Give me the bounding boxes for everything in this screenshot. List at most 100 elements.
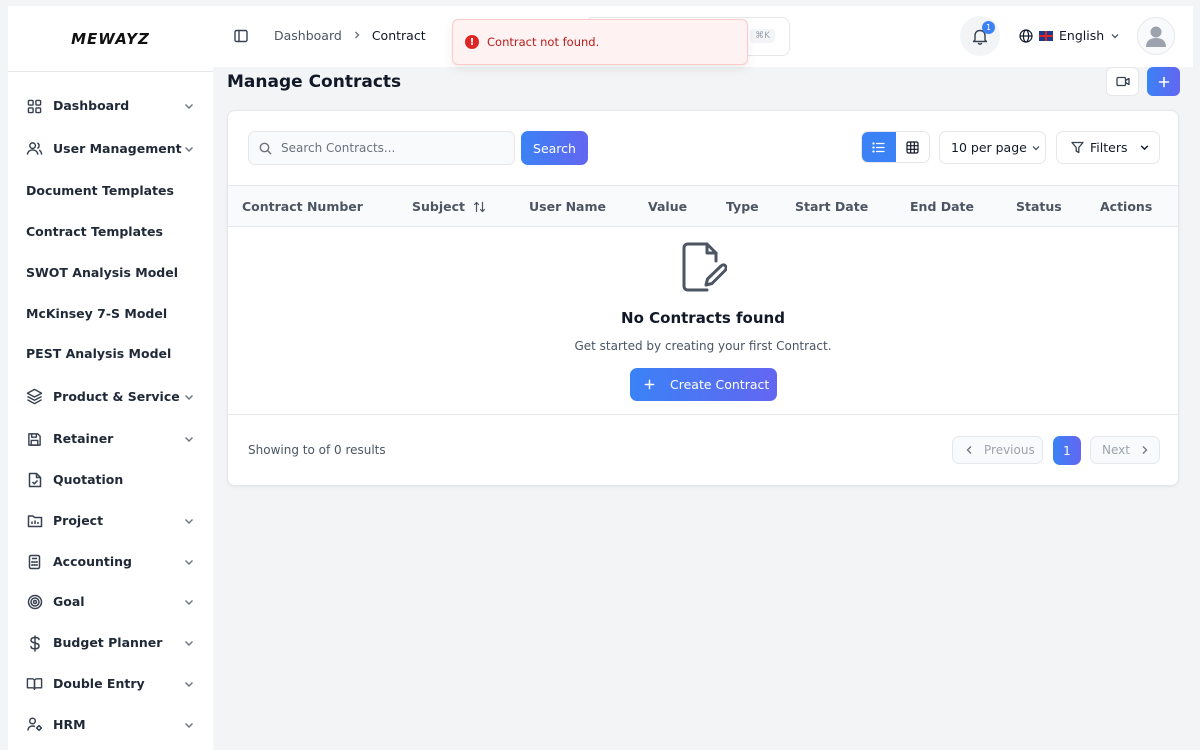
- per-page-select[interactable]: 10 per page: [939, 131, 1046, 164]
- search-input[interactable]: Search Contracts...: [248, 131, 515, 165]
- chevron-down-icon: [183, 143, 195, 155]
- sidebar-nav: Dashboard User Management Document Templ…: [8, 72, 213, 745]
- sidebar-item-label: McKinsey 7-S Model: [26, 305, 168, 321]
- chevron-right-icon: [1140, 445, 1149, 455]
- per-page-label: 10 per page: [951, 140, 1027, 155]
- view-toggle: [861, 131, 930, 163]
- notification-count-badge: 1: [982, 21, 995, 34]
- column-header-label: Subject: [412, 199, 465, 214]
- calculator-icon: [26, 553, 43, 570]
- chevron-down-icon: [183, 433, 195, 445]
- table-header: Contract Number Subject User Name Value …: [228, 185, 1178, 227]
- chevron-down-icon: [183, 100, 195, 112]
- layers-icon: [26, 388, 43, 405]
- sidebar-item-mckinsey-7s[interactable]: McKinsey 7-S Model: [8, 293, 213, 334]
- empty-state-subtitle: Get started by creating your first Contr…: [574, 339, 832, 353]
- user-cog-icon: [26, 716, 43, 733]
- sidebar-item-label: Contract Templates: [26, 223, 163, 239]
- chevron-down-icon: [183, 391, 195, 403]
- chevron-down-icon: [1139, 142, 1150, 153]
- page-number-button[interactable]: 1: [1053, 436, 1081, 465]
- language-selector[interactable]: English: [1019, 28, 1120, 43]
- column-header[interactable]: User Name: [529, 199, 606, 214]
- sidebar-item-label: Dashboard: [53, 98, 130, 114]
- chevron-down-icon: [183, 719, 195, 731]
- sidebar-item-goal[interactable]: Goal: [8, 582, 213, 623]
- plus-icon: [1158, 76, 1170, 88]
- list-icon: [872, 141, 885, 153]
- sidebar-item-budget-planner[interactable]: Budget Planner: [8, 623, 213, 664]
- video-tutorial-button[interactable]: [1106, 67, 1139, 96]
- filter-icon: [1071, 141, 1084, 154]
- sidebar-item-pest-analysis[interactable]: PEST Analysis Model: [8, 334, 213, 375]
- sidebar-item-accounting[interactable]: Accounting: [8, 541, 213, 582]
- sidebar-item-label: Document Templates: [26, 183, 174, 199]
- sidebar-item-label: PEST Analysis Model: [26, 346, 172, 362]
- chevron-down-icon: [1031, 143, 1041, 153]
- sidebar-item-contract-templates[interactable]: Contract Templates: [8, 212, 213, 253]
- column-header[interactable]: Status: [1016, 199, 1062, 214]
- breadcrumb: Dashboard Contract: [274, 28, 426, 43]
- sidebar-item-label: Product & Service: [53, 388, 180, 404]
- grid-view-button[interactable]: [896, 132, 930, 162]
- sidebar-item-double-entry[interactable]: Double Entry: [8, 664, 213, 705]
- user-avatar[interactable]: [1137, 17, 1175, 55]
- sidebar-item-retainer[interactable]: Retainer: [8, 419, 213, 460]
- sidebar-item-swot-analysis[interactable]: SWOT Analysis Model: [8, 252, 213, 293]
- sidebar-item-user-management[interactable]: User Management: [8, 127, 213, 171]
- save-icon: [26, 431, 43, 448]
- chevron-down-icon: [183, 678, 195, 690]
- search-icon: [259, 142, 272, 155]
- grid-icon: [26, 98, 43, 115]
- uk-flag-icon: [1039, 30, 1053, 41]
- chevron-left-icon: [965, 445, 974, 455]
- chevron-down-icon: [183, 637, 195, 649]
- column-header[interactable]: Contract Number: [242, 199, 363, 214]
- previous-label: Previous: [984, 443, 1035, 457]
- sidebar: MEWAYZ Dashboard User Management Documen…: [8, 6, 213, 750]
- create-contract-label: Create Contract: [670, 377, 770, 392]
- chevron-right-icon: [352, 29, 362, 43]
- create-contract-button[interactable]: Create Contract: [630, 368, 777, 401]
- brand-logo[interactable]: MEWAYZ: [8, 6, 213, 72]
- notifications-button[interactable]: 1: [960, 16, 1000, 56]
- sidebar-item-label: Accounting: [53, 553, 132, 569]
- breadcrumb-contract: Contract: [371, 28, 426, 43]
- sidebar-toggle-icon[interactable]: [233, 28, 249, 44]
- sidebar-item-label: Project: [53, 512, 104, 528]
- empty-state: No Contracts found Get started by creati…: [228, 227, 1178, 414]
- column-header[interactable]: End Date: [910, 199, 974, 214]
- list-view-button[interactable]: [862, 132, 896, 162]
- sidebar-item-quotation[interactable]: Quotation: [8, 460, 213, 501]
- sidebar-item-label: HRM: [53, 716, 86, 732]
- sidebar-item-project[interactable]: Project: [8, 500, 213, 541]
- column-header[interactable]: Start Date: [795, 199, 868, 214]
- column-header[interactable]: Type: [726, 199, 759, 214]
- column-header-subject[interactable]: Subject: [412, 199, 486, 214]
- users-icon: [26, 140, 43, 157]
- search-shortcut: ⌘K: [750, 29, 775, 43]
- toast-message: Contract not found.: [487, 35, 600, 49]
- chevron-down-icon: [183, 515, 195, 527]
- filters-label: Filters: [1090, 140, 1128, 155]
- sidebar-item-dashboard[interactable]: Dashboard: [8, 86, 213, 127]
- breadcrumb-dashboard[interactable]: Dashboard: [274, 28, 342, 43]
- contracts-card: Search Contracts... Search 10 per page F…: [227, 110, 1179, 486]
- user-icon: [1143, 23, 1169, 49]
- column-header[interactable]: Value: [648, 199, 687, 214]
- search-button[interactable]: Search: [521, 131, 588, 165]
- sidebar-item-label: Quotation: [53, 471, 124, 487]
- sidebar-item-hrm[interactable]: HRM: [8, 704, 213, 745]
- previous-page-button[interactable]: Previous: [952, 436, 1043, 464]
- next-page-button[interactable]: Next: [1090, 436, 1160, 464]
- add-contract-button[interactable]: [1147, 67, 1180, 96]
- sidebar-item-label: Budget Planner: [53, 635, 163, 651]
- sidebar-item-label: Retainer: [53, 431, 114, 447]
- page-title: Manage Contracts: [227, 72, 402, 92]
- divider: [228, 414, 1178, 415]
- sidebar-item-document-templates[interactable]: Document Templates: [8, 171, 213, 212]
- sidebar-item-product-service[interactable]: Product & Service: [8, 375, 213, 419]
- sidebar-item-label: User Management: [53, 140, 182, 156]
- plus-icon: [644, 379, 655, 390]
- filters-button[interactable]: Filters: [1056, 131, 1160, 164]
